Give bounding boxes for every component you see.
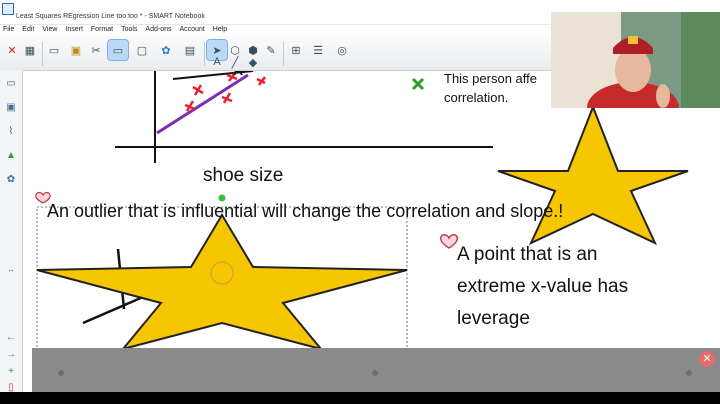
menu-account[interactable]: Account	[180, 24, 205, 36]
window-title: Least Squares REgression Line too too * …	[16, 13, 205, 20]
menu-help[interactable]: Help	[213, 24, 227, 36]
panel-handle[interactable]	[58, 370, 64, 376]
data-point	[192, 84, 204, 96]
gallery-tab-icon[interactable]: ▣	[4, 100, 18, 114]
data-point	[256, 76, 266, 86]
attachments-icon[interactable]: ⌇	[4, 124, 18, 138]
green-x-mark	[411, 77, 425, 91]
resize-handle-icon[interactable]: ↔	[4, 262, 18, 276]
menu-add-ons[interactable]: Add-ons	[145, 24, 171, 36]
page-sorter-icon[interactable]: ▭	[4, 76, 18, 90]
menu-format[interactable]: Format	[91, 24, 113, 36]
data-points	[184, 72, 266, 112]
pen-icon[interactable]: ✎	[261, 40, 281, 60]
align-icon[interactable]: ☰	[308, 40, 328, 60]
presenter-face	[615, 48, 651, 92]
graph-letter: A	[233, 71, 243, 78]
side-statement-line3: leverage	[457, 308, 530, 329]
add-ons-icon[interactable]: ✿	[156, 40, 176, 60]
panel-handle[interactable]	[686, 370, 692, 376]
axis-label: shoe size	[203, 165, 284, 186]
menu-tools[interactable]: Tools	[121, 24, 137, 36]
menu-file[interactable]: File	[3, 24, 14, 36]
webcam-overlay	[551, 12, 720, 108]
properties-icon[interactable]: ▤	[180, 40, 200, 60]
menu-view[interactable]: View	[42, 24, 57, 36]
screen-shade-icon[interactable]: ▭	[107, 39, 129, 61]
eraser-icon[interactable]: ◆	[243, 52, 263, 72]
smart-notebook-window: Least Squares REgression Line too too * …	[0, 0, 720, 392]
main-statement: An outlier that is influential will chan…	[47, 201, 564, 221]
table-icon[interactable]: ▦	[20, 40, 40, 60]
side-statement-line1: A point that is an	[457, 244, 598, 265]
toolbar-separator	[204, 42, 205, 66]
star-main	[36, 213, 408, 349]
presenter-hand	[656, 84, 670, 108]
regression-line	[156, 73, 249, 135]
menu-edit[interactable]: Edit	[22, 24, 34, 36]
gallery-icon[interactable]: ▣	[66, 40, 86, 60]
side-statement-line2: extreme x-value has	[457, 276, 629, 297]
heart-bullet-icon	[439, 234, 459, 249]
properties-tab-icon[interactable]: ▲	[4, 148, 18, 162]
slide-canvas[interactable]: A shoe size This person affe correlation…	[23, 71, 720, 349]
add-page-icon[interactable]: +	[4, 364, 18, 378]
toolbar-separator	[42, 42, 43, 66]
panel-handle[interactable]	[372, 370, 378, 376]
note-top-right: This person affe	[444, 71, 537, 86]
side-tabs: ▭ ▣ ⌇ ▲ ✿ ↔ ← → + ▯	[0, 70, 23, 392]
data-point	[184, 100, 196, 112]
note-top-right-line2: correlation.	[444, 90, 509, 105]
star-right	[497, 104, 689, 246]
cap-logo	[628, 36, 638, 44]
app-icon	[2, 3, 14, 15]
delete-icon[interactable]: ✕	[2, 40, 22, 60]
add-ons-tab-icon[interactable]: ✿	[4, 172, 18, 186]
toolbar-separator	[283, 42, 284, 66]
text-icon[interactable]: ╱	[225, 52, 245, 72]
lines-icon[interactable]: A	[207, 52, 227, 72]
cut-icon[interactable]: ✂	[86, 40, 106, 60]
data-point	[221, 92, 233, 104]
measurement-icon[interactable]: ⊞	[286, 40, 306, 60]
webcam-feed	[551, 12, 720, 108]
next-page-icon[interactable]: →	[4, 347, 18, 361]
menu-insert[interactable]: Insert	[65, 24, 83, 36]
close-panel-button[interactable]: ✕	[699, 351, 715, 367]
screen-capture-icon[interactable]: ▭	[44, 40, 64, 60]
document-camera-icon[interactable]: ▢	[132, 40, 152, 60]
previous-page-icon[interactable]: ←	[4, 330, 18, 344]
delete-page-icon[interactable]: ▯	[4, 380, 18, 393]
more-icon[interactable]: ◎	[332, 40, 352, 60]
